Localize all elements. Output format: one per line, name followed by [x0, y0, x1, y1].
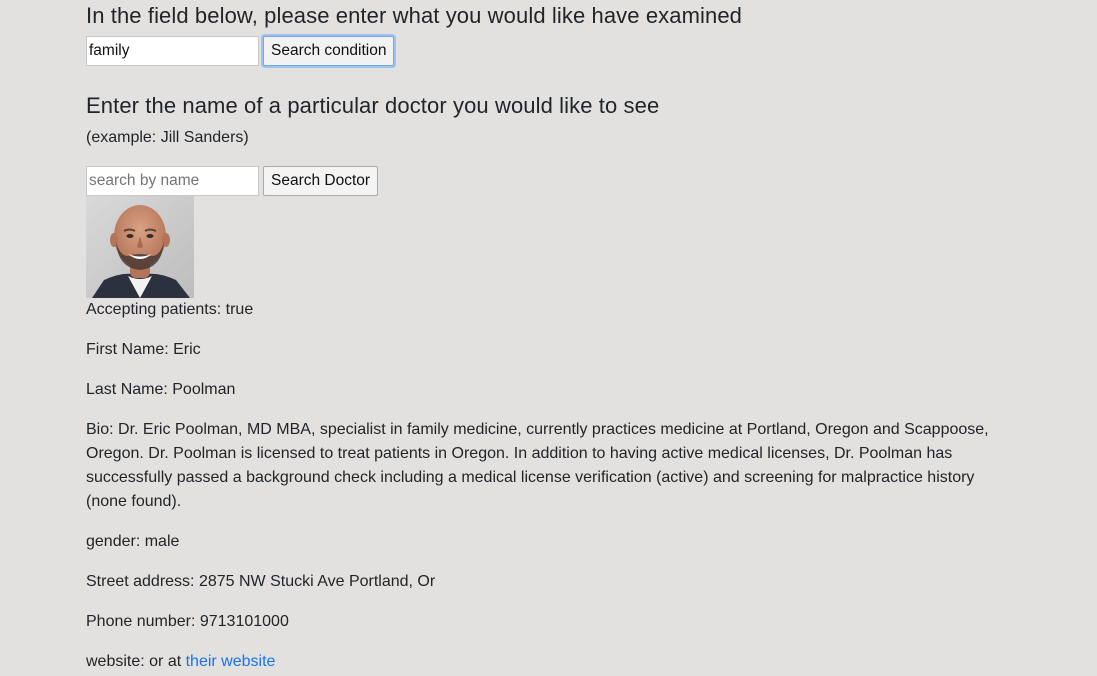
- last-name: Last Name: Poolman: [86, 381, 236, 398]
- page: In the field below, please enter what yo…: [0, 0, 1097, 676]
- doctor-search-form: Search Doctor: [86, 166, 379, 196]
- search-condition-button[interactable]: Search condition: [263, 36, 395, 66]
- street-address: Street address: 2875 NW Stucki Ave Portl…: [86, 573, 436, 590]
- website-label: website: or at: [86, 653, 186, 670]
- doctor-search-heading: Enter the name of a particular doctor yo…: [86, 93, 660, 118]
- search-doctor-button[interactable]: Search Doctor: [263, 166, 379, 196]
- condition-search-heading: In the field below, please enter what yo…: [86, 3, 743, 28]
- condition-search-input[interactable]: [86, 36, 259, 66]
- phone-number: Phone number: 9713101000: [86, 613, 289, 630]
- website-link[interactable]: their website: [186, 653, 276, 670]
- accepting-patients: Accepting patients: true: [86, 301, 254, 318]
- gender: gender: male: [86, 533, 180, 550]
- website: website: or at their website: [86, 650, 275, 674]
- doctor-portrait-icon: [86, 196, 194, 298]
- doctor-photo: [86, 196, 194, 298]
- doctor-name-input[interactable]: [86, 166, 259, 196]
- doctor-search-example: (example: Jill Sanders): [86, 129, 249, 146]
- condition-search-form: Search condition: [86, 36, 395, 66]
- doctor-bio: Bio: Dr. Eric Poolman, MD MBA, specialis…: [86, 421, 989, 510]
- first-name: First Name: Eric: [86, 341, 201, 358]
